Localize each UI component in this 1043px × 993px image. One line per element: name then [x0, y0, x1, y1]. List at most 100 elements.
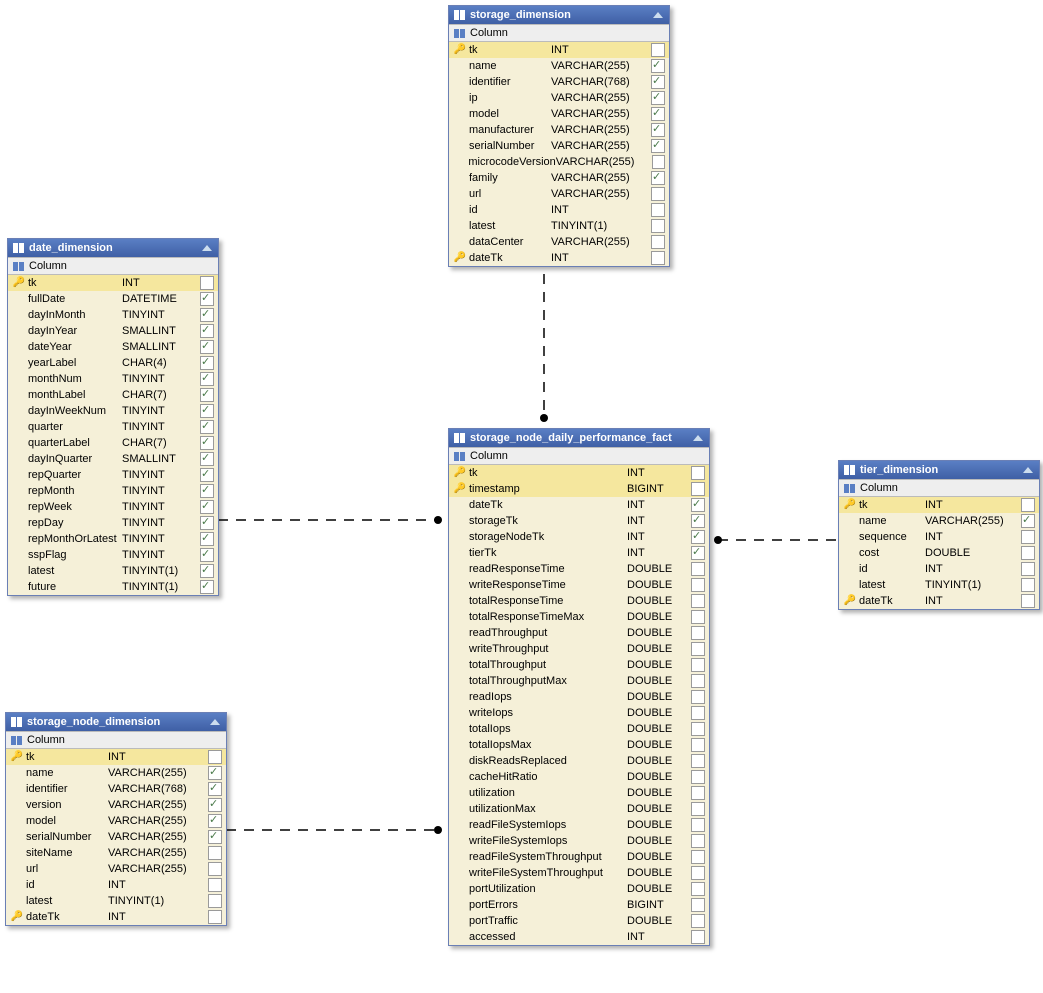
nullable-checkbox[interactable] [691, 818, 705, 832]
column-row[interactable]: writeFileSystemThroughputDOUBLE [449, 865, 709, 881]
column-row[interactable]: urlVARCHAR(255) [449, 186, 669, 202]
column-row[interactable]: repMonthTINYINT [8, 483, 218, 499]
column-row[interactable]: quarterTINYINT [8, 419, 218, 435]
nullable-checkbox[interactable] [691, 882, 705, 896]
column-row[interactable]: microcodeVersionVARCHAR(255) [449, 154, 669, 170]
collapse-icon[interactable] [652, 10, 664, 20]
nullable-checkbox[interactable] [691, 578, 705, 592]
nullable-checkbox[interactable] [691, 834, 705, 848]
nullable-checkbox[interactable] [691, 482, 705, 496]
nullable-checkbox[interactable] [691, 530, 705, 544]
column-row[interactable]: ipVARCHAR(255) [449, 90, 669, 106]
nullable-checkbox[interactable] [691, 850, 705, 864]
nullable-checkbox[interactable] [200, 580, 214, 594]
column-row[interactable]: familyVARCHAR(255) [449, 170, 669, 186]
nullable-checkbox[interactable] [200, 452, 214, 466]
nullable-checkbox[interactable] [200, 340, 214, 354]
nullable-checkbox[interactable] [691, 690, 705, 704]
nullable-checkbox[interactable] [691, 674, 705, 688]
nullable-checkbox[interactable] [208, 830, 222, 844]
nullable-checkbox[interactable] [691, 914, 705, 928]
column-row[interactable]: latestTINYINT(1) [8, 563, 218, 579]
nullable-checkbox[interactable] [691, 866, 705, 880]
nullable-checkbox[interactable] [200, 548, 214, 562]
column-row[interactable]: futureTINYINT(1) [8, 579, 218, 595]
collapse-icon[interactable] [201, 243, 213, 253]
nullable-checkbox[interactable] [200, 404, 214, 418]
nullable-checkbox[interactable] [691, 738, 705, 752]
nullable-checkbox[interactable] [651, 75, 665, 89]
column-row[interactable]: writeThroughputDOUBLE [449, 641, 709, 657]
column-row[interactable]: totalThroughputDOUBLE [449, 657, 709, 673]
nullable-checkbox[interactable] [651, 107, 665, 121]
column-row[interactable]: 🔑dateTkINT [6, 909, 226, 925]
nullable-checkbox[interactable] [200, 564, 214, 578]
nullable-checkbox[interactable] [651, 59, 665, 73]
nullable-checkbox[interactable] [200, 420, 214, 434]
column-row[interactable]: costDOUBLE [839, 545, 1039, 561]
nullable-checkbox[interactable] [200, 372, 214, 386]
nullable-checkbox[interactable] [1021, 546, 1035, 560]
column-row[interactable]: quarterLabelCHAR(7) [8, 435, 218, 451]
table-title[interactable]: tier_dimension [839, 461, 1039, 479]
column-row[interactable]: 🔑dateTkINT [449, 250, 669, 266]
nullable-checkbox[interactable] [200, 436, 214, 450]
nullable-checkbox[interactable] [1021, 498, 1035, 512]
column-row[interactable]: urlVARCHAR(255) [6, 861, 226, 877]
nullable-checkbox[interactable] [208, 750, 222, 764]
column-row[interactable]: dayInQuarterSMALLINT [8, 451, 218, 467]
column-row[interactable]: fullDateDATETIME [8, 291, 218, 307]
column-row[interactable]: idINT [6, 877, 226, 893]
column-row[interactable]: idINT [839, 561, 1039, 577]
nullable-checkbox[interactable] [200, 484, 214, 498]
nullable-checkbox[interactable] [651, 139, 665, 153]
column-row[interactable]: monthNumTINYINT [8, 371, 218, 387]
column-row[interactable]: writeFileSystemIopsDOUBLE [449, 833, 709, 849]
nullable-checkbox[interactable] [651, 91, 665, 105]
table-storage_node_dimension[interactable]: storage_node_dimensionColumn🔑tkINTnameVA… [5, 712, 227, 926]
column-row[interactable]: totalResponseTimeDOUBLE [449, 593, 709, 609]
column-row[interactable]: repMonthOrLatestTINYINT [8, 531, 218, 547]
nullable-checkbox[interactable] [691, 754, 705, 768]
nullable-checkbox[interactable] [200, 516, 214, 530]
column-row[interactable]: serialNumberVARCHAR(255) [449, 138, 669, 154]
table-title[interactable]: storage_node_dimension [6, 713, 226, 731]
nullable-checkbox[interactable] [208, 782, 222, 796]
column-row[interactable]: yearLabelCHAR(4) [8, 355, 218, 371]
nullable-checkbox[interactable] [651, 43, 665, 57]
column-row[interactable]: 🔑timestampBIGINT [449, 481, 709, 497]
nullable-checkbox[interactable] [691, 466, 705, 480]
nullable-checkbox[interactable] [651, 171, 665, 185]
column-row[interactable]: manufacturerVARCHAR(255) [449, 122, 669, 138]
column-row[interactable]: totalIopsMaxDOUBLE [449, 737, 709, 753]
column-row[interactable]: nameVARCHAR(255) [449, 58, 669, 74]
column-row[interactable]: dateYearSMALLINT [8, 339, 218, 355]
table-title[interactable]: date_dimension [8, 239, 218, 257]
column-row[interactable]: dayInMonthTINYINT [8, 307, 218, 323]
table-storage_node_daily_performance_fact[interactable]: storage_node_daily_performance_factColum… [448, 428, 710, 946]
nullable-checkbox[interactable] [691, 610, 705, 624]
column-row[interactable]: dayInYearSMALLINT [8, 323, 218, 339]
table-date_dimension[interactable]: date_dimensionColumn🔑tkINTfullDateDATETI… [7, 238, 219, 596]
nullable-checkbox[interactable] [200, 388, 214, 402]
column-row[interactable]: diskReadsReplacedDOUBLE [449, 753, 709, 769]
nullable-checkbox[interactable] [691, 658, 705, 672]
nullable-checkbox[interactable] [208, 846, 222, 860]
nullable-checkbox[interactable] [691, 642, 705, 656]
column-row[interactable]: identifierVARCHAR(768) [449, 74, 669, 90]
nullable-checkbox[interactable] [651, 219, 665, 233]
column-row[interactable]: utilizationMaxDOUBLE [449, 801, 709, 817]
nullable-checkbox[interactable] [651, 203, 665, 217]
column-row[interactable]: monthLabelCHAR(7) [8, 387, 218, 403]
nullable-checkbox[interactable] [208, 878, 222, 892]
column-row[interactable]: tierTkINT [449, 545, 709, 561]
column-row[interactable]: dataCenterVARCHAR(255) [449, 234, 669, 250]
column-row[interactable]: writeResponseTimeDOUBLE [449, 577, 709, 593]
table-title[interactable]: storage_node_daily_performance_fact [449, 429, 709, 447]
nullable-checkbox[interactable] [691, 546, 705, 560]
nullable-checkbox[interactable] [1021, 594, 1035, 608]
nullable-checkbox[interactable] [200, 500, 214, 514]
nullable-checkbox[interactable] [208, 766, 222, 780]
column-row[interactable]: totalThroughputMaxDOUBLE [449, 673, 709, 689]
column-row[interactable]: utilizationDOUBLE [449, 785, 709, 801]
